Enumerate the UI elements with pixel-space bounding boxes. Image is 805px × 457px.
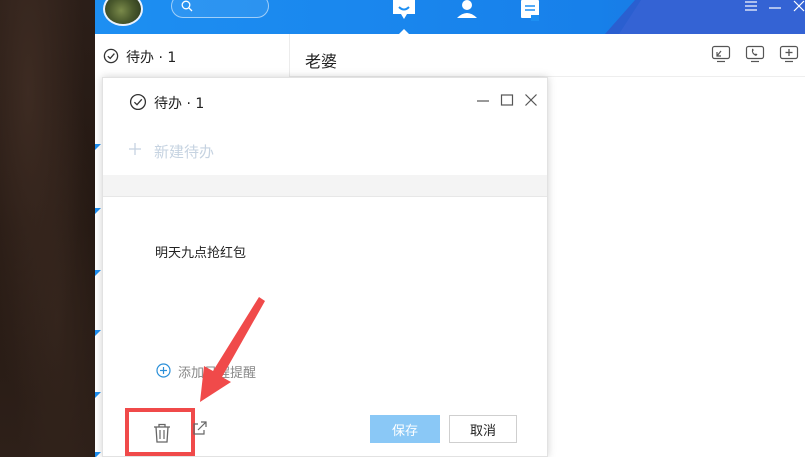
contacts-icon[interactable] <box>453 0 481 22</box>
todo-entry-label: 待办 · 1 <box>126 50 177 66</box>
document-icon[interactable] <box>516 0 544 22</box>
minimize-icon[interactable] <box>765 0 785 14</box>
share-icon[interactable] <box>192 420 208 436</box>
todo-dialog: 待办 · 1 新建待办 明天九点抢红包 添加日程提醒 保存 取消 <box>102 77 548 457</box>
dialog-title: 待办 · 1 <box>154 96 205 112</box>
active-tab-indicator <box>399 29 409 34</box>
close-icon[interactable] <box>523 92 539 108</box>
phone-icon[interactable] <box>745 45 765 63</box>
search-icon <box>181 0 193 12</box>
top-bar <box>95 0 805 34</box>
avatar[interactable] <box>103 0 143 26</box>
maximize-icon[interactable] <box>499 92 515 108</box>
save-button[interactable]: 保存 <box>370 415 440 443</box>
list-item-marker <box>95 208 101 214</box>
section-divider <box>103 175 547 197</box>
close-icon[interactable] <box>789 0 805 14</box>
cancel-button[interactable]: 取消 <box>449 415 517 443</box>
todo-entry[interactable]: 待办 · 1 <box>95 42 290 70</box>
list-item-marker <box>95 330 101 336</box>
todo-content[interactable]: 明天九点抢红包 <box>155 242 246 261</box>
delete-button-highlight[interactable] <box>125 408 195 456</box>
minimize-icon[interactable] <box>475 92 491 108</box>
screen-share-icon[interactable] <box>711 45 731 63</box>
menu-icon[interactable] <box>741 0 761 14</box>
add-circle-icon <box>156 363 171 378</box>
plus-icon <box>129 143 141 155</box>
list-item-marker <box>95 144 101 150</box>
add-icon[interactable] <box>779 45 799 63</box>
list-item-marker <box>95 270 101 276</box>
search-input[interactable] <box>171 0 269 18</box>
trash-icon <box>154 423 170 443</box>
add-reminder-label: 添加日程提醒 <box>178 366 257 381</box>
list-item-marker <box>95 392 101 398</box>
check-circle-icon <box>129 93 147 111</box>
new-todo-placeholder: 新建待办 <box>154 143 215 161</box>
check-circle-icon <box>103 48 119 64</box>
chat-title: 老婆 <box>305 52 338 71</box>
desktop-wallpaper <box>0 0 95 457</box>
list-item-marker <box>95 452 101 457</box>
message-icon[interactable] <box>390 0 418 22</box>
